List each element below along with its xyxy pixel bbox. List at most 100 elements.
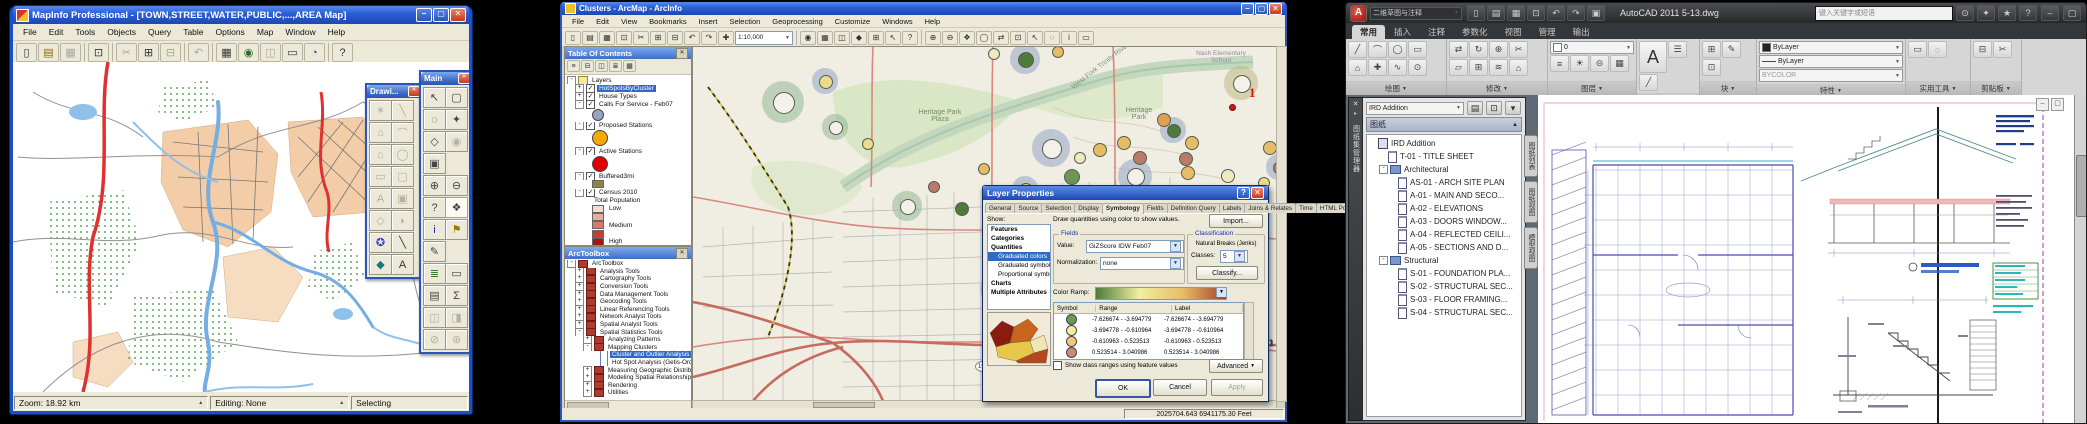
polyline-tool[interactable]: ⌂ (369, 122, 392, 143)
window-maximize-button[interactable]: ▢ (2063, 5, 2081, 21)
new-browser[interactable]: ▦ (216, 43, 237, 62)
sheets-section-header[interactable]: 图纸 ▲ (1366, 117, 1522, 132)
toc-layer[interactable]: -✓Buffered3mi (565, 172, 691, 180)
expand-toggle[interactable]: + (583, 366, 592, 374)
pan-grabber[interactable]: ❖ (445, 197, 468, 218)
sheet-tree-item[interactable]: A-02 - ELEVATIONS (1369, 202, 1519, 215)
dialog-tab-joinsrelates[interactable]: Joins & Relates (1244, 203, 1296, 213)
chevron-down-icon[interactable]: ▼ (1456, 105, 1461, 111)
绘图-tool-4[interactable]: ⌂ (1348, 59, 1367, 76)
nav-tool-1[interactable]: ⊖ (942, 31, 958, 45)
layer-combo[interactable]: 0▼ (1550, 41, 1634, 54)
table-scrollbar[interactable] (1244, 302, 1254, 360)
autocad-app-button[interactable]: A (1350, 5, 1367, 22)
palette-tab-0[interactable]: 图纸列表 (1524, 135, 1538, 177)
std-tool-4[interactable]: ✂ (633, 31, 649, 45)
实用工具-tool-0[interactable]: ▭ (1908, 41, 1927, 58)
spinner-icon[interactable]: ▲ (339, 400, 344, 406)
panel-label[interactable]: 绘图▼ (1346, 81, 1446, 95)
expand-toggle[interactable]: + (583, 389, 592, 397)
layer-checkbox[interactable]: ✓ (586, 92, 595, 100)
layer-checkbox[interactable]: ✓ (586, 147, 595, 155)
dialog-help-button[interactable]: ? (1237, 187, 1250, 199)
show-class-ranges-checkbox[interactable] (1053, 361, 1062, 370)
chevron-down-icon[interactable]: ▼ (1234, 251, 1245, 262)
show-list-item[interactable]: Proportional symbols (988, 270, 1050, 279)
toc-tool-0[interactable]: ≡ (567, 60, 580, 72)
clip-region[interactable]: ⊘ (423, 329, 446, 350)
expand-toggle[interactable]: - (567, 76, 576, 84)
expand-toggle[interactable]: - (1379, 165, 1388, 174)
sheet-tree-item[interactable]: T-01 - TITLE SHEET (1369, 150, 1519, 163)
ribbon-tab-插入[interactable]: 插入 (1386, 25, 1419, 39)
symbol-row[interactable]: -3.694778 - -0.610964-3.694778 - -0.6109… (1054, 325, 1243, 336)
nav-tool-3[interactable]: ◯ (976, 31, 992, 45)
std-tool-2[interactable]: ▦ (599, 31, 615, 45)
块-tool-1[interactable]: ✎ (1722, 41, 1741, 58)
expand-toggle[interactable]: + (575, 92, 584, 100)
ribbon-tab-常用[interactable]: 常用 (1352, 25, 1385, 39)
dialog-tab-labels[interactable]: Labels (1219, 203, 1246, 213)
subscription-icon[interactable]: ✦ (1977, 5, 1995, 21)
toc-close-icon[interactable]: ✕ (676, 48, 688, 59)
toc-layer[interactable]: High (565, 238, 691, 245)
layer-tool-2[interactable]: ⊝ (1590, 55, 1609, 72)
expand-toggle[interactable]: + (575, 313, 584, 321)
menu-arcmap-insert[interactable]: Insert (693, 16, 724, 27)
dialog-tab-source[interactable]: Source (1014, 203, 1042, 213)
line-style[interactable]: ╲ (391, 232, 414, 253)
status-editing[interactable]: Editing: None▲ (210, 396, 349, 410)
edit-tool-6[interactable]: ? (902, 31, 918, 45)
drawing-canvas[interactable]: – ▢ (1538, 95, 2074, 423)
std-tool-9[interactable]: ✚ (718, 31, 734, 45)
hotlink-tool[interactable]: ⚑ (445, 219, 468, 240)
show-list-item[interactable]: Multiple Attributes (988, 288, 1050, 297)
sheet-tree-item[interactable]: A-01 - MAIN AND SECO... (1369, 189, 1519, 202)
cut[interactable]: ✂ (116, 43, 137, 62)
绘图-tool-7[interactable]: ⊙ (1408, 59, 1427, 76)
剪贴板-tool-1[interactable]: ✂ (1993, 41, 2012, 58)
toc-tool-2[interactable]: ◫ (595, 60, 608, 72)
menu-mapinfo-options[interactable]: Options (210, 26, 251, 38)
toc-tool-1[interactable]: ⊟ (581, 60, 594, 72)
mapinfo-titlebar[interactable]: MapInfo Professional - [TOWN,STREET,WATE… (13, 6, 469, 24)
mapinfo-map-view[interactable]: Drawi... ✕ ✶╲⌂⌒⌂◯▭▢A▣◇◗✪╲◆A Main ✕ ↖▢◌✦◇… (13, 62, 469, 392)
viewport-max-icon[interactable]: ▢ (2051, 98, 2064, 111)
toolbox-item[interactable]: +Rendering (565, 382, 691, 390)
column-header[interactable]: Symbol (1054, 305, 1096, 312)
palette-close-icon[interactable]: ✕ (1353, 100, 1359, 108)
panel-label[interactable]: 块▼ (1700, 81, 1756, 95)
new-layout[interactable]: ▭ (282, 43, 303, 62)
toc-layer[interactable]: -✓Proposed Stations (565, 122, 691, 130)
palette-tab-2[interactable]: 模型视图 (1524, 227, 1538, 269)
修改-tool-5[interactable]: ⊞ (1469, 59, 1488, 76)
toolbox-item[interactable]: +Cartography Tools (565, 275, 691, 283)
sheet-actions-button[interactable]: ▤ (1467, 101, 1483, 115)
main-toolbar[interactable]: Main ✕ ↖▢◌✦◇◉▣⊕⊖?❖i⚑✎≣▭▤Σ◫◨⊘⊛ (419, 70, 469, 354)
print-button[interactable]: ▣ (1587, 5, 1605, 21)
sheet-tree-item[interactable]: S-02 - STRUCTURAL SEC... (1369, 280, 1519, 293)
status-zoom[interactable]: Zoom: 18.92 km▲ (14, 396, 208, 410)
nav-tool-5[interactable]: ⊡ (1010, 31, 1026, 45)
property-combo-1[interactable]: ByLayer▼ (1759, 55, 1903, 68)
frame-tool[interactable]: ▣ (391, 188, 414, 209)
ribbon-tab-注释[interactable]: 注释 (1420, 25, 1453, 39)
expand-toggle[interactable]: + (583, 374, 592, 382)
menu-arcmap-customize[interactable]: Customize (829, 16, 876, 27)
help-icon[interactable]: ? (2019, 5, 2037, 21)
search-input[interactable]: 键入关键字或短语 (1815, 6, 1953, 21)
expand-toggle[interactable]: - (575, 189, 584, 197)
toolbox-item[interactable]: +Linear Referencing Tools (565, 306, 691, 314)
edit-tool-2[interactable]: ◫ (834, 31, 850, 45)
sheet-tree-item[interactable]: -Structural (1369, 254, 1519, 267)
radius-select[interactable]: ◌ (423, 109, 446, 130)
ellipse-tool[interactable]: ◯ (391, 144, 414, 165)
nav-tool-0[interactable]: ⊕ (925, 31, 941, 45)
show-list-item[interactable]: Features (988, 225, 1050, 234)
chevron-down-icon[interactable]: ▼ (1895, 59, 1900, 65)
layer-tool-1[interactable]: ☀ (1570, 55, 1589, 72)
menu-mapinfo-file[interactable]: File (17, 26, 43, 38)
toolbox-item[interactable]: +Spatial Analyst Tools (565, 321, 691, 329)
toc-layer[interactable]: -Layers (565, 76, 691, 84)
绘图-tool-6[interactable]: ∿ (1388, 59, 1407, 76)
